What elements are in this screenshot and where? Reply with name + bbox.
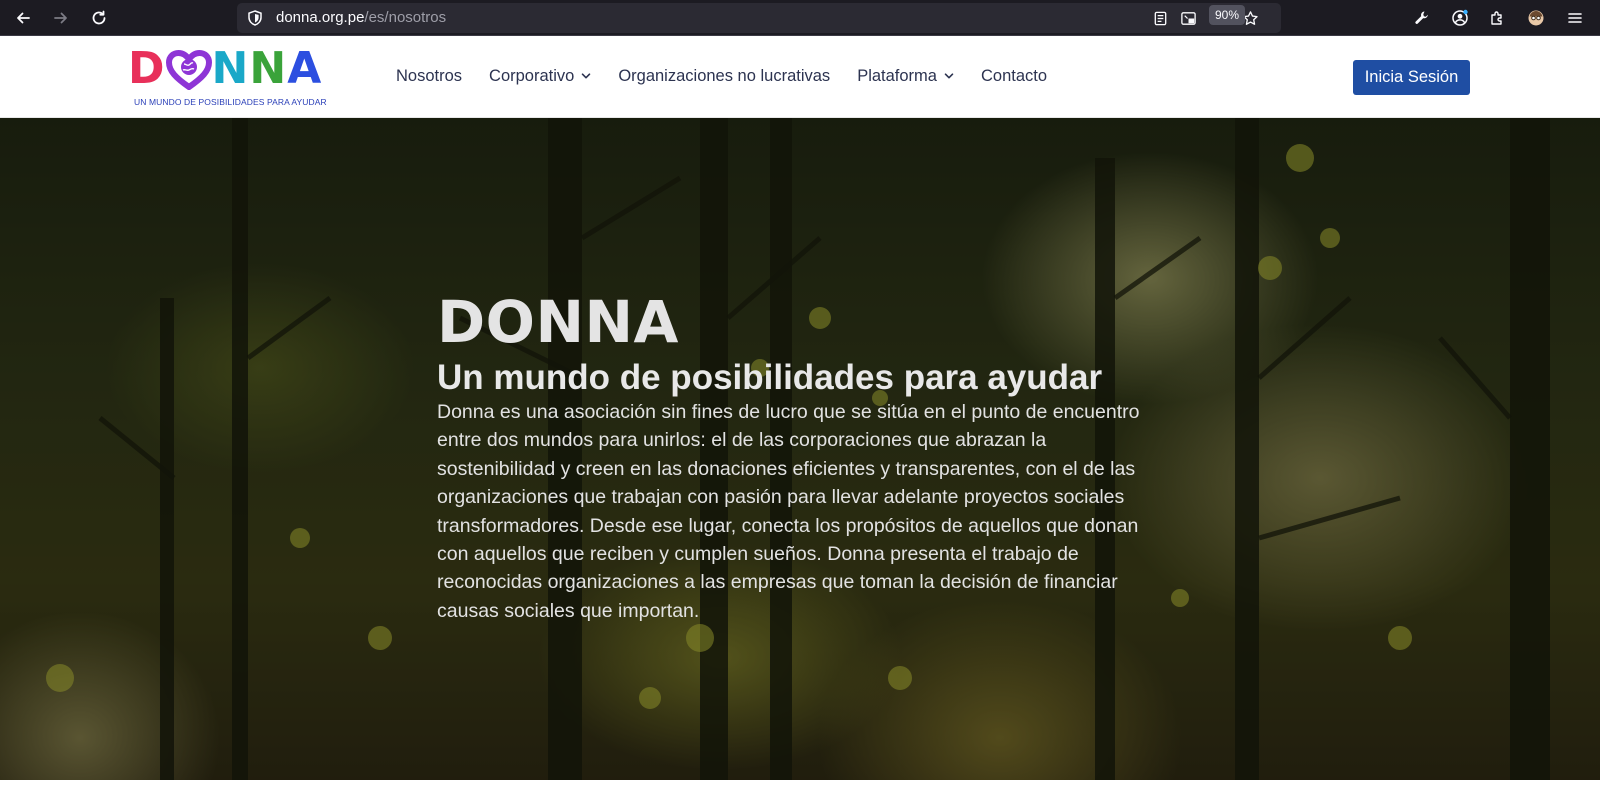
- wrench-icon: [1415, 11, 1428, 24]
- nav-item-label: Nosotros: [396, 66, 463, 85]
- profile-avatar-button[interactable]: [1523, 5, 1549, 31]
- page-bottom-edge: [0, 780, 1600, 798]
- reader-view-icon: [1154, 11, 1166, 25]
- zoom-level-badge[interactable]: 90%: [1209, 5, 1245, 25]
- address-bar[interactable]: donna.org.pe/es/nosotros: [237, 3, 1281, 33]
- hamburger-menu-icon: [1568, 13, 1582, 23]
- hero-subtitle: Un mundo de posibilidades para ayudar: [437, 358, 1103, 397]
- hero-section: DONNA Un mundo de posibilidades para ayu…: [0, 118, 1600, 780]
- reload-button[interactable]: [86, 5, 112, 31]
- login-button[interactable]: Inicia Sesión: [1353, 60, 1470, 95]
- hero-description: Donna es una asociación sin fines de luc…: [437, 401, 1140, 622]
- reload-icon: [92, 10, 106, 25]
- main-navigation: Nosotros Corporativo Organizaciones no l…: [396, 64, 1047, 88]
- logo-tagline: UN MUNDO DE POSIBILIDADES PARA AYUDAR: [134, 97, 327, 107]
- nav-item-organizaciones[interactable]: Organizaciones no lucrativas: [618, 67, 830, 86]
- url-text[interactable]: donna.org.pe/es/nosotros: [276, 9, 446, 26]
- logo-wordmark: D NNA: [128, 43, 323, 94]
- nav-item-corporativo[interactable]: Corporativo: [489, 67, 591, 86]
- account-icon: [1452, 9, 1468, 26]
- shield-icon[interactable]: [246, 9, 264, 27]
- hero-title: DONNA: [437, 288, 679, 356]
- hero-content: DONNA Un mundo de posibilidades para ayu…: [437, 288, 1167, 625]
- chevron-down-icon: [582, 73, 591, 79]
- picture-in-picture-icon: [1180, 11, 1196, 25]
- chevron-down-icon: [944, 73, 954, 79]
- back-arrow-icon: [17, 12, 30, 24]
- menu-button[interactable]: [1562, 5, 1588, 31]
- nav-item-contacto[interactable]: Contacto: [981, 67, 1047, 86]
- donna-logo[interactable]: D NNA UN MUNDO DE POSIBILIDADES PARA AYUD…: [128, 43, 327, 109]
- nav-item-nosotros[interactable]: Nosotros: [396, 67, 462, 86]
- site-header: D NNA UN MUNDO DE POSIBILIDADES PARA AYUD…: [0, 37, 1600, 118]
- nav-item-label: Corporativo: [489, 66, 575, 85]
- picture-in-picture-button[interactable]: [1178, 8, 1198, 28]
- url-path: /es/nosotros: [364, 9, 447, 26]
- back-button[interactable]: [10, 5, 36, 31]
- reader-view-button[interactable]: [1150, 8, 1170, 28]
- nav-item-label: Organizaciones no lucrativas: [618, 66, 831, 85]
- url-host: donna.org.pe: [276, 9, 365, 26]
- browser-toolbar: donna.org.pe/es/nosotros 90%: [0, 0, 1600, 36]
- forward-button[interactable]: [48, 5, 74, 31]
- nav-item-label: Contacto: [980, 66, 1048, 85]
- devtools-button[interactable]: [1409, 5, 1435, 31]
- forward-arrow-icon: [54, 12, 67, 24]
- account-button[interactable]: [1447, 5, 1473, 31]
- nav-item-plataforma[interactable]: Plataforma: [857, 67, 954, 86]
- extensions-button[interactable]: [1484, 5, 1510, 31]
- nav-item-label: Plataforma: [857, 66, 937, 85]
- heart-globe-icon: [165, 49, 212, 91]
- puzzle-icon: [1491, 11, 1502, 25]
- avatar-icon: [1528, 10, 1544, 26]
